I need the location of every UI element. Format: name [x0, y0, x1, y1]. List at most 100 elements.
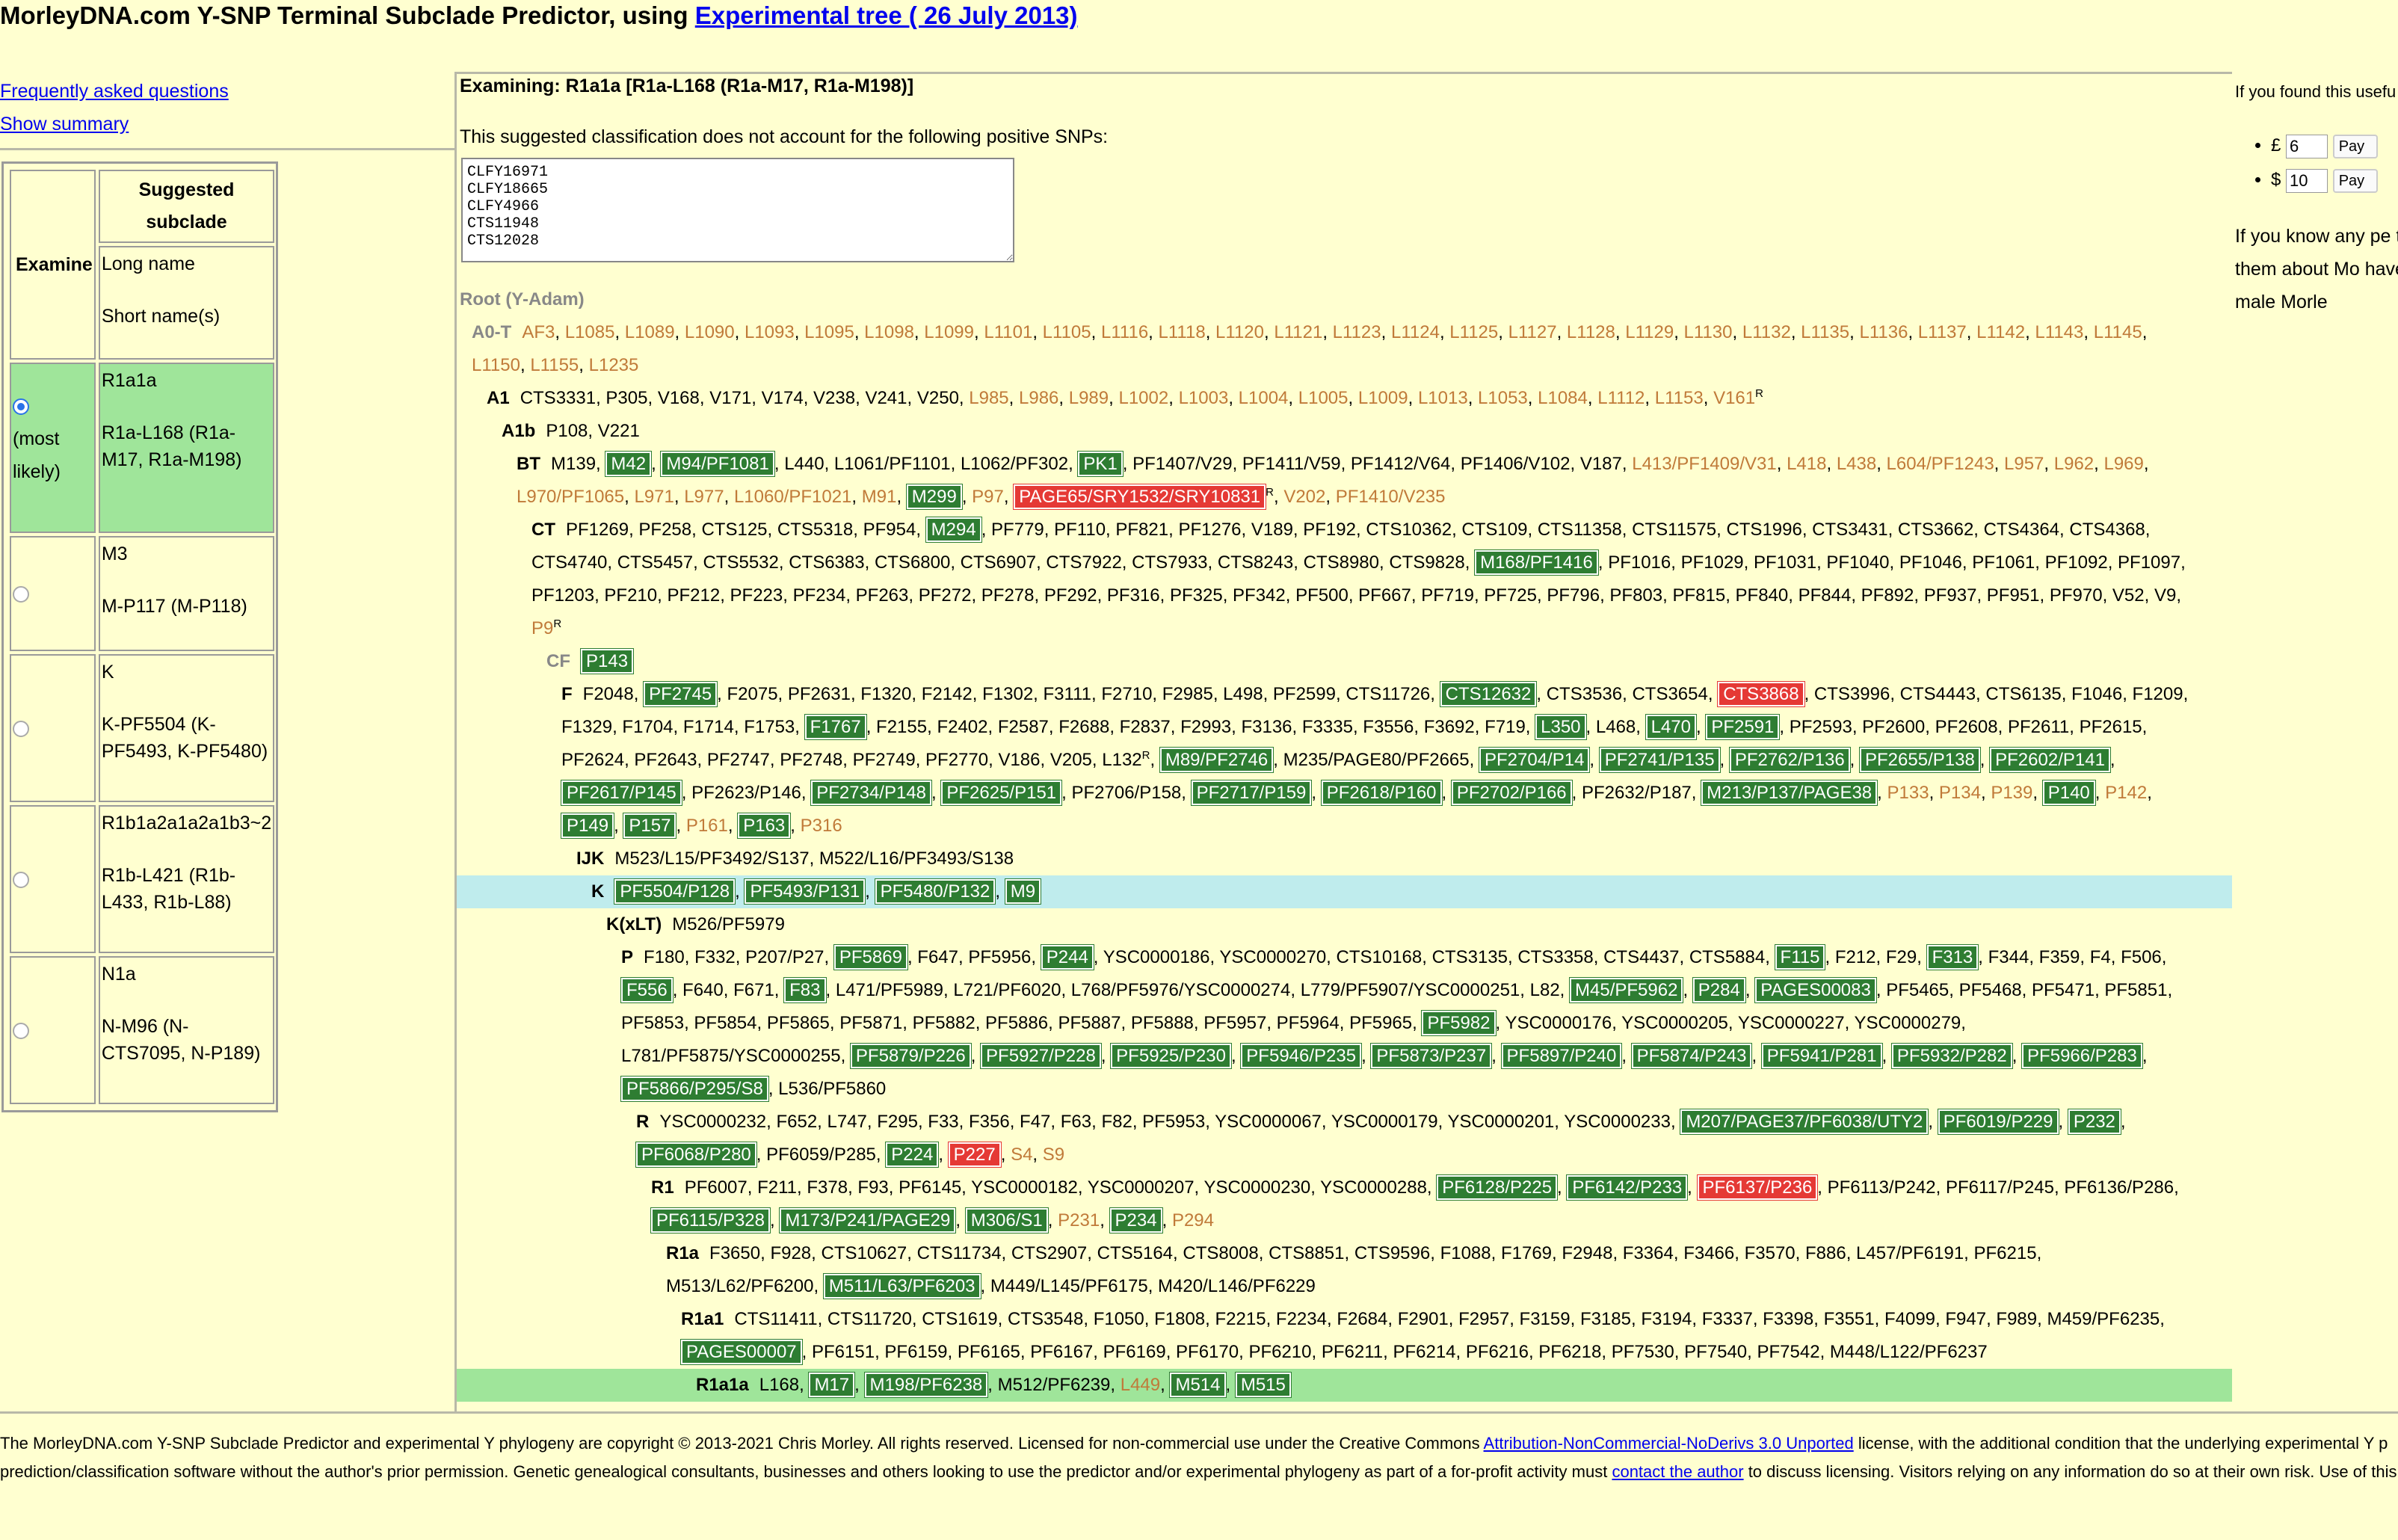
contact-author-link[interactable]: contact the author	[1612, 1462, 1743, 1481]
faq-link[interactable]: Frequently asked questions	[0, 81, 229, 102]
snp: PF2602/P141	[1990, 748, 2110, 772]
snp: F3136	[1241, 717, 1292, 737]
tree-node-a0-t: A0-T AF3, L1085, L1089, L1090, L1093, L10…	[472, 322, 2148, 375]
snp: CTS10168	[1336, 947, 1423, 967]
snp: L986	[1019, 388, 1059, 408]
snp: M512/PF6239	[997, 1375, 1111, 1395]
footer: The MorleyDNA.com Y-SNP Subclade Predict…	[0, 1429, 2398, 1486]
node-label: K(xLT)	[606, 914, 662, 934]
examine-radio[interactable]	[13, 721, 29, 738]
snp: PF192	[1303, 520, 1356, 540]
snp: V168	[657, 388, 700, 408]
snp: PF5874/P243	[1631, 1044, 1752, 1068]
snp: PF1046	[1899, 552, 1962, 573]
snp: CTS11575	[1632, 520, 1717, 540]
snp: PF667	[1358, 585, 1411, 606]
snp: F1714	[682, 717, 734, 737]
unaccounted-snps-textarea[interactable]: CLFY16971 CLFY18665 CLFY4966 CTS11948 CT…	[461, 158, 1014, 262]
license-link[interactable]: Attribution-NonCommercial-NoDerivs 3.0 U…	[1484, 1434, 1854, 1453]
snp: M42	[605, 452, 652, 476]
snp: F4	[2089, 947, 2111, 967]
snp: PF342	[1233, 585, 1286, 606]
snp: PF844	[1798, 585, 1852, 606]
snp: YSC0000201	[1447, 1112, 1555, 1132]
snp: PF2655/P138	[1860, 748, 1980, 772]
snp: V161	[1713, 388, 1756, 408]
examine-radio[interactable]	[13, 586, 29, 603]
snp: PF6136/P286	[2064, 1177, 2174, 1198]
snp: PF779	[991, 520, 1044, 540]
snp: YSC0000227	[1737, 1013, 1845, 1033]
snp: CTS4364	[1983, 520, 2060, 540]
pay-button[interactable]: Pay	[2332, 168, 2378, 193]
snp: YSC0000067	[1215, 1112, 1322, 1132]
snp: F647	[917, 947, 958, 967]
snp: L970/PF1065	[517, 487, 625, 507]
footer-text-1a: The MorleyDNA.com Y-SNP Subclade Predict…	[0, 1434, 1484, 1453]
subclade-name-cell: R1a1a R1a-L168 (R1a-M17, R1a-M198)	[98, 363, 275, 533]
snp: L1155	[530, 355, 579, 375]
snp: PF6215	[1973, 1243, 2037, 1263]
snp: CTS4437	[1603, 947, 1680, 967]
snp: L721/PF6020	[953, 980, 1061, 1000]
snp: L1061/PF1101	[833, 454, 951, 474]
subclade-long-name: R1a1a	[101, 370, 157, 391]
show-summary-link[interactable]: Show summary	[0, 114, 129, 135]
snp: F2957	[1458, 1309, 1510, 1329]
examine-radio[interactable]	[13, 398, 29, 416]
snp: YSC0000279	[1854, 1013, 1961, 1033]
snp: M9	[1005, 879, 1041, 904]
experimental-tree-link[interactable]: Experimental tree ( 26 July 2013)	[695, 1, 1078, 29]
snp: L1145	[2093, 322, 2142, 342]
snp: PF2624	[561, 750, 625, 770]
node-label: R	[636, 1112, 650, 1132]
snp: PF5480/P132	[875, 879, 996, 904]
snp: CTS3135	[1431, 947, 1508, 967]
snp: CTS9596	[1354, 1243, 1431, 1263]
snp: L957	[2004, 454, 2044, 474]
left-links: Frequently asked questions Show summary	[0, 75, 229, 141]
snp: F344	[1988, 947, 2029, 967]
snp: F556	[621, 978, 673, 1002]
snp: M91	[861, 487, 897, 507]
snp: L1127	[1508, 322, 1557, 342]
snp: F506	[2121, 947, 2162, 967]
snp: M522/L16/PF3493/S138	[819, 848, 1014, 869]
pay-button[interactable]: Pay	[2332, 134, 2378, 158]
node-label: A0-T	[472, 322, 512, 342]
snp: L1137	[1917, 322, 1967, 342]
node-label: A1	[487, 388, 510, 408]
snp: L1085	[564, 322, 615, 342]
snp: S9	[1042, 1145, 1065, 1165]
snp-flag: R	[1141, 749, 1150, 762]
examine-radio[interactable]	[13, 872, 29, 889]
tree-node-r1a1a: R1a1a L168, M17, M198/PF6238, M512/PF6239…	[457, 1369, 2232, 1402]
snp: F2985	[1162, 684, 1213, 704]
snp: PF6151	[812, 1342, 875, 1362]
examine-header: Examine	[10, 170, 96, 360]
snp: CTS8243	[1217, 552, 1294, 573]
snp: PF2717/P159	[1191, 780, 1312, 805]
snp: F3551	[1823, 1309, 1875, 1329]
short-name-header: Short name(s)	[101, 306, 221, 327]
snp: PF5866/P295/S8	[621, 1077, 768, 1101]
snp: PF1269	[566, 520, 629, 540]
snp: PF2749	[852, 750, 916, 770]
snp: PF5932/P282	[1891, 1044, 2012, 1068]
snp: CTS5457	[617, 552, 694, 573]
snp: PF6142/P233	[1567, 1175, 1688, 1200]
snp: CTS11734	[916, 1243, 1002, 1263]
donation-amount-input[interactable]	[2286, 168, 2328, 193]
subclade-short-name: R1a-L168 (R1a-M17, R1a-M198)	[101, 422, 242, 470]
tree-node-bt: BT M139, M42, M94/PF1081, L440, L1061/PF1…	[457, 448, 2232, 514]
snp: F2048	[582, 684, 634, 704]
snp: PK1	[1078, 452, 1123, 476]
footer-text-2a: prediction/classification software witho…	[0, 1462, 1612, 1481]
examine-radio[interactable]	[13, 1023, 29, 1040]
donation-amount-input[interactable]	[2286, 134, 2328, 158]
snp: CTS3996	[1813, 684, 1890, 704]
snp: M515	[1235, 1373, 1291, 1397]
snp: P305	[605, 388, 648, 408]
snp: P207/P27	[745, 947, 824, 967]
snp: V202	[1283, 487, 1326, 507]
